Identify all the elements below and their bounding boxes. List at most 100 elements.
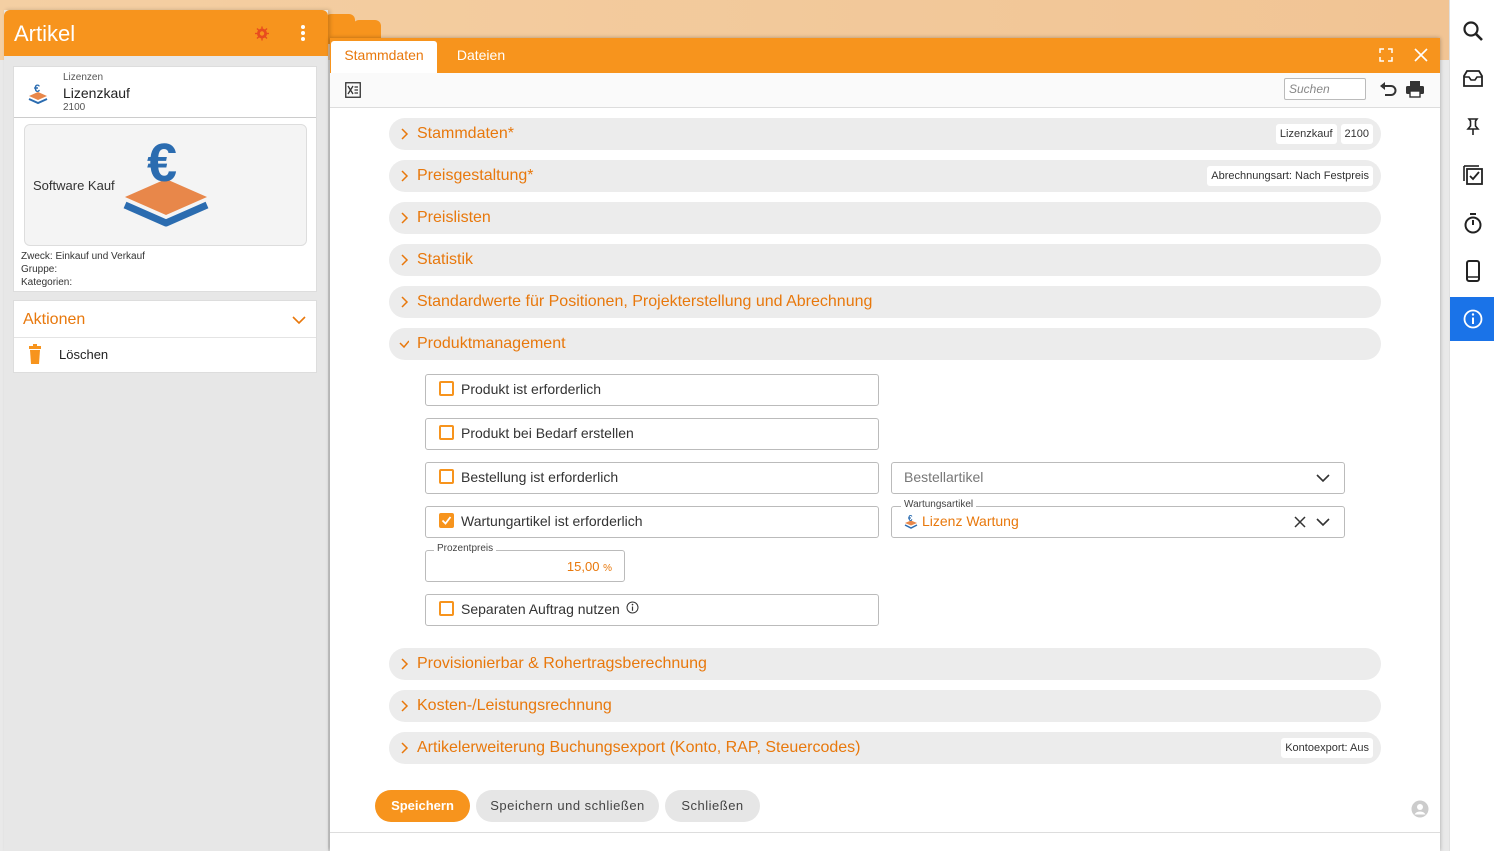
article-card: € Lizenzen Lizenzkauf 2100 Software Kauf… [13, 66, 317, 292]
section-title: Statistik [417, 251, 474, 268]
bestellartikel-placeholder: Bestellartikel [904, 469, 984, 485]
badge: Kontoexport: Aus [1281, 738, 1373, 758]
wartungsartikel-value[interactable]: Lizenz Wartung [922, 513, 1019, 529]
section-preislisten[interactable]: Preislisten [389, 202, 1381, 234]
article-name: Lizenzkauf [63, 85, 130, 101]
svg-text:€: € [147, 135, 177, 193]
checkbox-label: Produkt bei Bedarf erstellen [461, 425, 634, 441]
delete-action[interactable]: Löschen [14, 338, 316, 372]
license-euro-icon: € [904, 514, 918, 529]
section-artikelerweiterung[interactable]: Artikelerweiterung Buchungsexport (Konto… [389, 732, 1381, 764]
tab-dateien[interactable]: Dateien [446, 41, 516, 73]
bug-icon[interactable] [254, 25, 270, 41]
main-window: Stammdaten Dateien Stammdaten* [330, 38, 1440, 851]
checkbox-wartungartikel-erforderlich[interactable]: Wartungartikel ist erforderlich [425, 506, 879, 538]
prozentpreis-number: 15,00 [566, 559, 600, 574]
user-avatar-icon[interactable] [1411, 800, 1429, 818]
trash-icon [29, 344, 41, 364]
rail-search[interactable] [1450, 9, 1494, 53]
checkbox[interactable] [439, 425, 454, 440]
chevron-right-icon [401, 254, 409, 266]
article-number: 2100 [63, 102, 86, 113]
badge: Lizenzkauf [1275, 124, 1337, 144]
clear-icon[interactable] [1294, 516, 1306, 528]
rail-info[interactable] [1450, 297, 1494, 341]
checkbox-checked[interactable] [439, 513, 454, 528]
maximize-icon[interactable] [1379, 48, 1393, 62]
section-title: Artikelerweiterung Buchungsexport (Konto… [417, 739, 861, 756]
undo-icon[interactable] [1379, 80, 1397, 98]
tasks-icon [1463, 165, 1483, 185]
rail-tasks[interactable] [1450, 153, 1494, 197]
section-badges: Kontoexport: Aus [1281, 738, 1373, 758]
section-title: Stammdaten* [417, 125, 514, 142]
save-button[interactable]: Speichern [375, 790, 470, 822]
bestellartikel-select[interactable]: Bestellartikel [891, 462, 1345, 494]
section-title: Standardwerte für Positionen, Projekters… [417, 293, 873, 310]
wartungsartikel-label: Wartungsartikel [901, 499, 977, 510]
prozentpreis-value[interactable]: 15,00 % [567, 559, 612, 574]
section-stammdaten[interactable]: Stammdaten* Lizenzkauf 2100 [389, 118, 1381, 150]
article-category: Lizenzen [63, 72, 104, 83]
form-content: Stammdaten* Lizenzkauf 2100 Preisgestalt… [330, 108, 1440, 851]
delete-action-label: Löschen [59, 347, 109, 362]
section-title: Kosten-/Leistungsrechnung [417, 697, 612, 714]
search-input[interactable] [1284, 78, 1366, 100]
chevron-down-icon[interactable] [1316, 473, 1330, 483]
prozentpreis-label: Prozentpreis [434, 543, 497, 554]
panel-title: Artikel [14, 21, 76, 46]
checkbox[interactable] [439, 601, 454, 616]
article-panel-header: Artikel [4, 10, 328, 56]
section-produktmanagement[interactable]: Produktmanagement [389, 328, 1381, 360]
more-options-icon[interactable] [300, 24, 306, 42]
actions-title[interactable]: Aktionen [23, 311, 85, 329]
excel-export-icon[interactable] [345, 82, 361, 98]
info-icon[interactable] [626, 601, 639, 614]
rail-inbox[interactable] [1450, 57, 1494, 101]
checkbox[interactable] [439, 381, 454, 396]
prozentpreis-input[interactable]: Prozentpreis 15,00 % [425, 543, 625, 582]
section-title: Provisionierbar & Rohertragsberechnung [417, 655, 707, 672]
actions-card: Aktionen Löschen [13, 300, 317, 373]
print-icon[interactable] [1406, 80, 1424, 98]
euro-stack-illustration: € [123, 135, 209, 227]
divider [14, 117, 316, 118]
save-and-close-button[interactable]: Speichern und schließen [476, 790, 659, 822]
info-icon [1463, 309, 1483, 329]
section-preisgestaltung[interactable]: Preisgestaltung* Abrechnungsart: Nach Fe… [389, 160, 1381, 192]
section-provisionierbar[interactable]: Provisionierbar & Rohertragsberechnung [389, 648, 1381, 680]
section-title: Preisgestaltung* [417, 167, 534, 184]
rail-timer[interactable] [1450, 201, 1494, 245]
article-image[interactable]: Software Kauf € [24, 124, 307, 246]
checkbox-produkt-erforderlich[interactable]: Produkt ist erforderlich [425, 374, 879, 406]
tab-stammdaten[interactable]: Stammdaten [331, 41, 437, 73]
checkbox-label: Separaten Auftrag nutzen [461, 601, 620, 617]
section-standardwerte[interactable]: Standardwerte für Positionen, Projekters… [389, 286, 1381, 318]
divider [330, 832, 1440, 833]
chevron-right-icon [401, 128, 409, 140]
article-categories: Kategorien: [21, 277, 73, 288]
prozentpreis-unit: % [603, 563, 612, 574]
close-button[interactable]: Schließen [665, 790, 760, 822]
section-badges: Abrechnungsart: Nach Festpreis [1207, 166, 1373, 186]
timer-icon [1464, 213, 1482, 234]
checkbox-produkt-bei-bedarf[interactable]: Produkt bei Bedarf erstellen [425, 418, 879, 450]
section-kosten-leistungsrechnung[interactable]: Kosten-/Leistungsrechnung [389, 690, 1381, 722]
rail-phone[interactable] [1450, 249, 1494, 293]
checkbox[interactable] [439, 469, 454, 484]
checkbox-bestellung-erforderlich[interactable]: Bestellung ist erforderlich [425, 462, 879, 494]
right-sidebar [1449, 0, 1494, 851]
chevron-right-icon [401, 658, 409, 670]
chevron-down-icon[interactable] [1316, 517, 1330, 527]
checkbox-separaten-auftrag[interactable]: Separaten Auftrag nutzen [425, 594, 879, 626]
chevron-right-icon [401, 700, 409, 712]
close-icon[interactable] [1414, 48, 1428, 62]
wartungsartikel-select[interactable]: Wartungsartikel € Lizenz Wartung [891, 499, 1345, 538]
chevron-down-icon[interactable] [292, 313, 306, 327]
section-statistik[interactable]: Statistik [389, 244, 1381, 276]
inbox-icon [1463, 70, 1483, 87]
svg-text:€: € [34, 83, 40, 95]
article-image-label: Software Kauf [33, 178, 115, 193]
rail-pin[interactable] [1450, 105, 1494, 149]
chevron-down-icon [399, 340, 409, 349]
